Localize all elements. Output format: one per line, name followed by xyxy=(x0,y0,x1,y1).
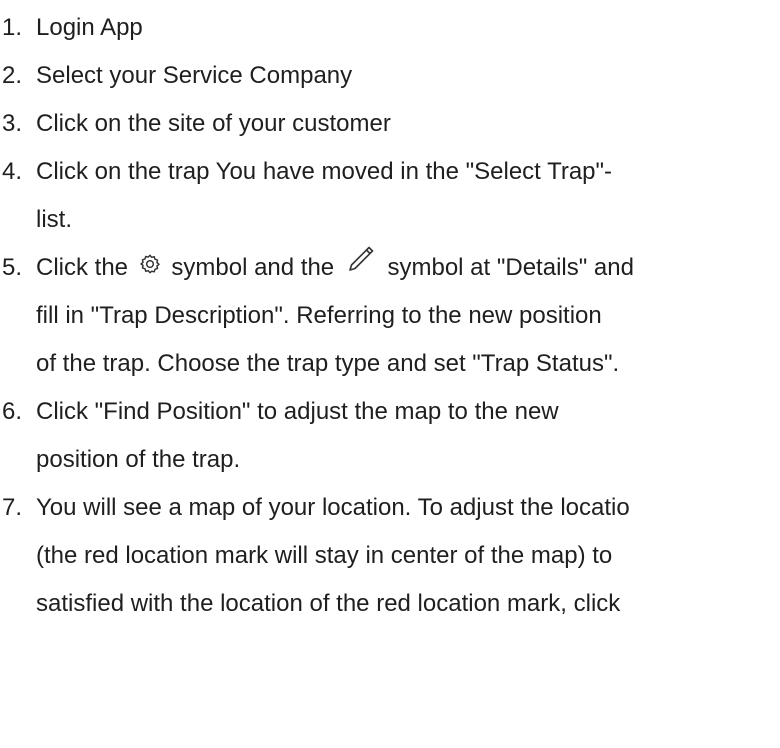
step-number: 7. xyxy=(2,494,23,521)
gear-icon xyxy=(139,253,161,275)
step-5: 5. Click the symbol and the symbol at "D… xyxy=(0,244,780,388)
step-text: You will see a map of your location. To … xyxy=(36,494,630,521)
step-6: 6. Click "Find Position" to adjust the m… xyxy=(0,388,780,484)
instructions-document: 1. Login App 2. Select your Service Comp… xyxy=(0,0,780,748)
step-text: Click "Find Position" to adjust the map … xyxy=(36,398,559,425)
step-number: 2. xyxy=(2,62,23,89)
step-2: 2. Select your Service Company xyxy=(0,52,780,100)
step-1: 1. Login App xyxy=(0,4,780,52)
pencil-icon xyxy=(345,245,377,275)
step-number: 6. xyxy=(2,398,23,425)
step-text: fill in "Trap Description". Referring to… xyxy=(36,302,602,329)
step-text: Click on the trap You have moved in the … xyxy=(36,158,613,185)
step-text: (the red location mark will stay in cent… xyxy=(36,542,613,569)
step-number: 3. xyxy=(2,110,23,137)
step-text: Click the xyxy=(36,254,129,281)
step-number: 5. xyxy=(2,254,23,281)
step-7: 7. You will see a map of your location. … xyxy=(0,484,780,628)
step-text: symbol at "Details" and xyxy=(387,254,634,281)
step-number: 1. xyxy=(2,14,23,41)
step-number: 4. xyxy=(2,158,23,185)
step-text: Select your Service Company xyxy=(36,62,353,89)
step-4: 4. Click on the trap You have moved in t… xyxy=(0,148,780,244)
step-text: Click on the site of your customer xyxy=(36,110,391,137)
steps-list: 1. Login App 2. Select your Service Comp… xyxy=(0,4,780,628)
step-text: of the trap. Choose the trap type and se… xyxy=(36,350,620,377)
step-text: list. xyxy=(36,206,72,233)
step-3: 3. Click on the site of your customer xyxy=(0,100,780,148)
step-text: position of the trap. xyxy=(36,446,241,473)
step-text: Login App xyxy=(36,14,143,41)
step-text-first-line: Click the symbol and the symbol at "Deta… xyxy=(36,244,634,292)
step-text: symbol and the xyxy=(171,254,335,281)
step-text: satisfied with the location of the red l… xyxy=(36,590,621,617)
